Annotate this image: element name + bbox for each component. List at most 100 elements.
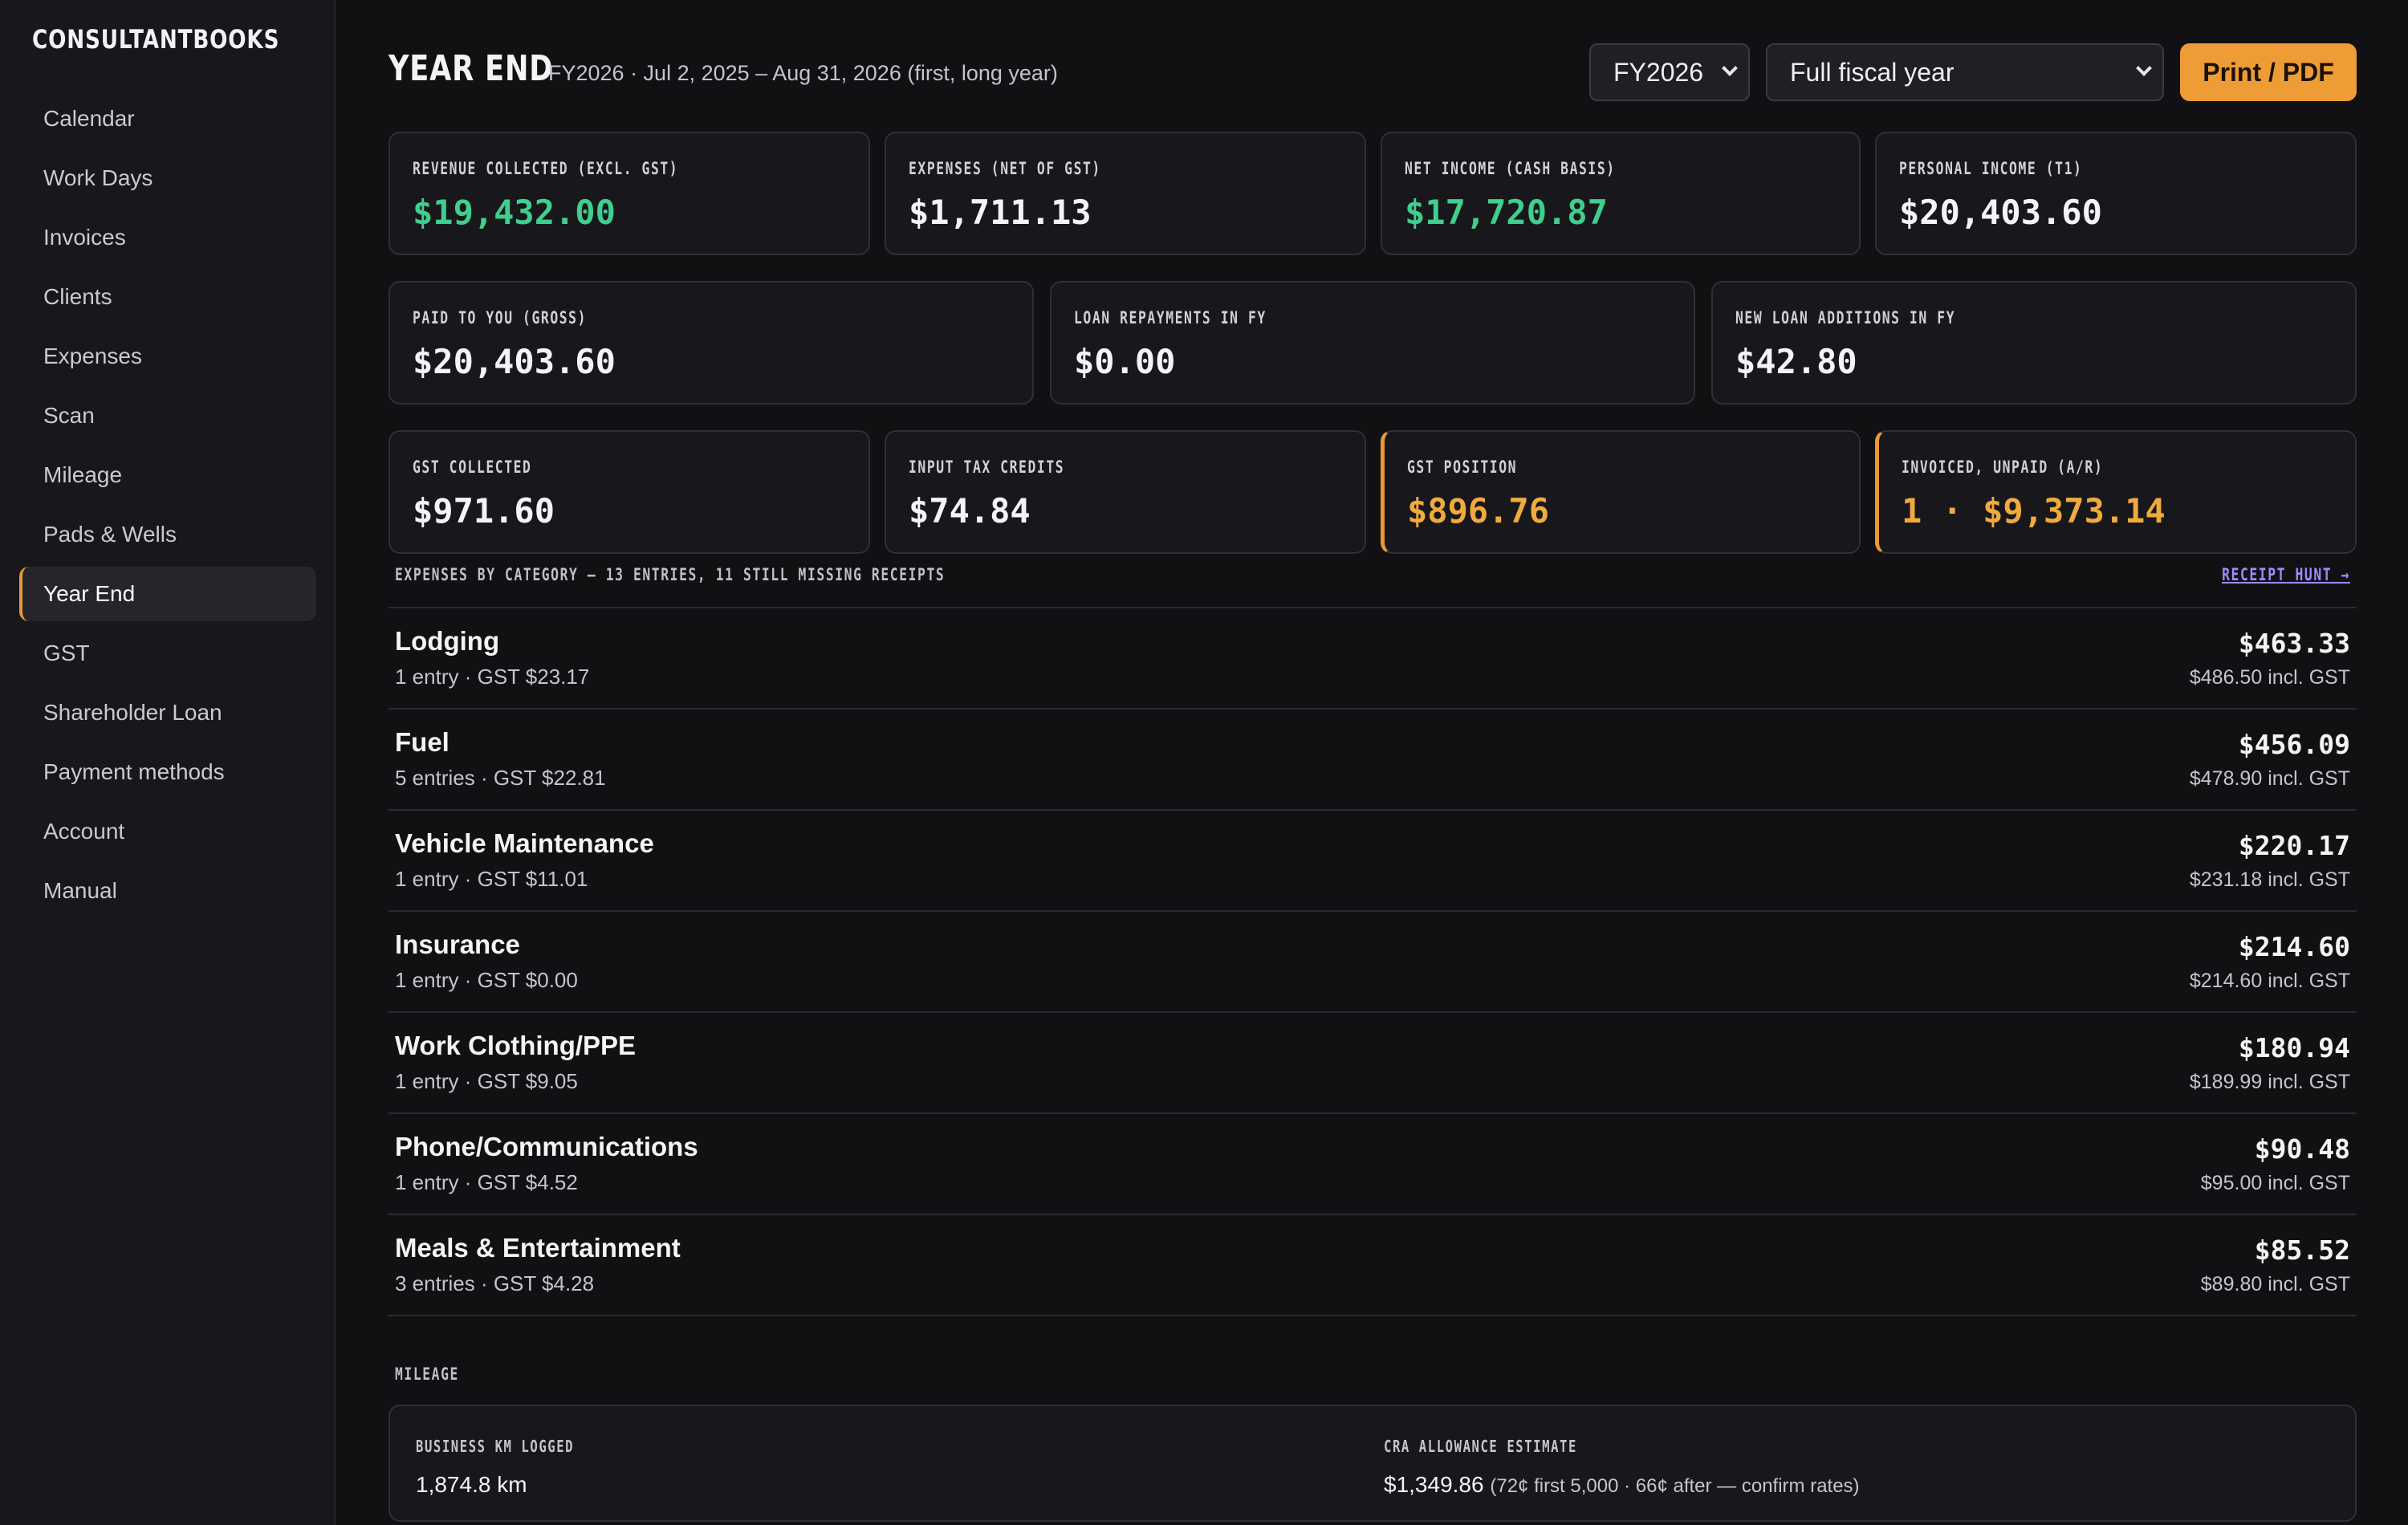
cra-allowance-value-line: $1,349.86 (72¢ first 5,000 · 66¢ after —… xyxy=(1384,1472,1860,1498)
cra-allowance-value: $1,349.86 xyxy=(1384,1472,1484,1497)
card-value: $17,720.87 xyxy=(1405,193,1608,232)
card-value: $0.00 xyxy=(1074,342,1176,381)
sidebar-item-clients[interactable]: Clients xyxy=(19,270,316,324)
sidebar-item-scan[interactable]: Scan xyxy=(19,388,316,443)
sidebar-nav: Calendar Work Days Invoices Clients Expe… xyxy=(19,92,316,923)
list-item[interactable]: Fuel 5 entries · GST $22.81 $456.09 $478… xyxy=(388,710,2357,811)
category-amount-incl-gst: $214.60 incl. GST xyxy=(2189,970,2350,992)
card-gst-collected: GST COLLECTED $971.60 xyxy=(388,430,870,554)
category-name: Work Clothing/PPE xyxy=(395,1031,637,1060)
list-item[interactable]: Lodging 1 entry · GST $23.17 $463.33 $48… xyxy=(388,608,2357,710)
category-meta: 1 entry · GST $4.52 xyxy=(395,1170,578,1194)
page-title: YEAR END xyxy=(388,48,554,89)
brand-logo[interactable]: CONSULTANTBOOKS xyxy=(32,24,279,55)
card-label: NET INCOME (CASH BASIS) xyxy=(1405,159,1616,178)
card-value: $20,403.60 xyxy=(1899,193,2102,232)
card-net-income: NET INCOME (CASH BASIS) $17,720.87 xyxy=(1381,132,1861,255)
sidebar: CONSULTANTBOOKS Calendar Work Days Invoi… xyxy=(0,0,336,1525)
category-amount: $90.48 xyxy=(2254,1133,2350,1165)
category-amount: $180.94 xyxy=(2238,1032,2350,1063)
fiscal-year-select[interactable]: FY2026 xyxy=(1589,43,1750,101)
list-item[interactable]: Vehicle Maintenance 1 entry · GST $11.01… xyxy=(388,811,2357,912)
card-paid-to-you: PAID TO YOU (GROSS) $20,403.60 xyxy=(388,281,1034,405)
cra-allowance-note: (72¢ first 5,000 · 66¢ after — confirm r… xyxy=(1490,1475,1860,1497)
sidebar-item-expenses[interactable]: Expenses xyxy=(19,329,316,384)
category-amount: $220.17 xyxy=(2238,830,2350,861)
card-label: INVOICED, UNPAID (A/R) xyxy=(1902,458,2104,477)
card-invoiced-unpaid: INVOICED, UNPAID (A/R) 1 · $9,373.14 xyxy=(1875,430,2357,554)
category-amount-incl-gst: $89.80 incl. GST xyxy=(2200,1273,2350,1295)
card-label: GST POSITION xyxy=(1407,458,1518,477)
sidebar-item-mileage[interactable]: Mileage xyxy=(19,448,316,502)
card-value: $74.84 xyxy=(909,491,1031,531)
expense-category-list: Lodging 1 entry · GST $23.17 $463.33 $48… xyxy=(388,607,2357,1316)
card-value: $19,432.00 xyxy=(413,193,616,232)
page-header: YEAR END FY2026 · Jul 2, 2025 – Aug 31, … xyxy=(388,43,2357,103)
category-amount-incl-gst: $478.90 incl. GST xyxy=(2189,767,2350,790)
category-meta: 1 entry · GST $0.00 xyxy=(395,968,578,992)
sidebar-item-calendar[interactable]: Calendar xyxy=(19,92,316,146)
sidebar-item-pads-wells[interactable]: Pads & Wells xyxy=(19,507,316,562)
category-amount: $456.09 xyxy=(2238,729,2350,760)
sidebar-item-account[interactable]: Account xyxy=(19,804,316,859)
receipt-hunt-link[interactable]: RECEIPT HUNT → xyxy=(2222,565,2350,584)
sidebar-item-gst[interactable]: GST xyxy=(19,626,316,681)
category-name: Insurance xyxy=(395,929,520,959)
business-km-label: BUSINESS KM LOGGED xyxy=(416,1437,575,1456)
print-pdf-button[interactable]: Print / PDF xyxy=(2180,43,2357,101)
sidebar-item-invoices[interactable]: Invoices xyxy=(19,210,316,265)
category-amount-incl-gst: $486.50 incl. GST xyxy=(2189,666,2350,689)
card-gst-position: GST POSITION $896.76 xyxy=(1381,430,1861,554)
card-personal-income: PERSONAL INCOME (T1) $20,403.60 xyxy=(1875,132,2357,255)
page-subtitle: FY2026 · Jul 2, 2025 – Aug 31, 2026 (fir… xyxy=(548,61,1058,85)
list-item[interactable]: Meals & Entertainment 3 entries · GST $4… xyxy=(388,1215,2357,1316)
fiscal-year-select-value: FY2026 xyxy=(1613,57,1704,87)
category-amount: $85.52 xyxy=(2254,1234,2350,1266)
card-value: $971.60 xyxy=(413,491,555,531)
card-label: NEW LOAN ADDITIONS IN FY xyxy=(1735,308,1956,327)
card-label: REVENUE COLLECTED (EXCL. GST) xyxy=(413,159,679,178)
category-meta: 1 entry · GST $11.01 xyxy=(395,867,588,891)
card-loan-repayments: LOAN REPAYMENTS IN FY $0.00 xyxy=(1050,281,1695,405)
card-value: 1 · $9,373.14 xyxy=(1902,491,2166,531)
expenses-section-title: EXPENSES BY CATEGORY — 13 ENTRIES, 11 ST… xyxy=(395,565,946,584)
sidebar-item-shareholder-loan[interactable]: Shareholder Loan xyxy=(19,685,316,740)
main-content: YEAR END FY2026 · Jul 2, 2025 – Aug 31, … xyxy=(388,0,2357,1525)
category-amount: $214.60 xyxy=(2238,931,2350,962)
card-label: INPUT TAX CREDITS xyxy=(909,458,1065,477)
category-amount-incl-gst: $95.00 incl. GST xyxy=(2200,1172,2350,1194)
category-meta: 1 entry · GST $9.05 xyxy=(395,1069,578,1093)
card-new-loan-additions: NEW LOAN ADDITIONS IN FY $42.80 xyxy=(1711,281,2357,405)
category-meta: 5 entries · GST $22.81 xyxy=(395,766,606,790)
category-amount-incl-gst: $231.18 incl. GST xyxy=(2189,868,2350,891)
sidebar-item-year-end[interactable]: Year End xyxy=(19,567,316,621)
card-expenses: EXPENSES (NET OF GST) $1,711.13 xyxy=(885,132,1366,255)
category-name: Phone/Communications xyxy=(395,1132,698,1161)
card-value: $896.76 xyxy=(1407,491,1550,531)
category-name: Fuel xyxy=(395,727,449,757)
card-revenue-collected: REVENUE COLLECTED (EXCL. GST) $19,432.00 xyxy=(388,132,870,255)
category-name: Vehicle Maintenance xyxy=(395,828,654,858)
card-label: LOAN REPAYMENTS IN FY xyxy=(1074,308,1267,327)
category-meta: 1 entry · GST $23.17 xyxy=(395,665,590,689)
card-value: $42.80 xyxy=(1735,342,1857,381)
category-name: Meals & Entertainment xyxy=(395,1233,681,1263)
list-item[interactable]: Insurance 1 entry · GST $0.00 $214.60 $2… xyxy=(388,912,2357,1013)
sidebar-item-manual[interactable]: Manual xyxy=(19,864,316,918)
card-label: PERSONAL INCOME (T1) xyxy=(1899,159,2083,178)
category-name: Lodging xyxy=(395,626,500,656)
category-meta: 3 entries · GST $4.28 xyxy=(395,1271,595,1295)
period-select-value: Full fiscal year xyxy=(1790,57,1954,87)
mileage-card: BUSINESS KM LOGGED 1,874.8 km CRA ALLOWA… xyxy=(388,1405,2357,1522)
card-value: $1,711.13 xyxy=(909,193,1092,232)
business-km-value: 1,874.8 km xyxy=(416,1472,527,1497)
list-item[interactable]: Phone/Communications 1 entry · GST $4.52… xyxy=(388,1114,2357,1215)
list-item[interactable]: Work Clothing/PPE 1 entry · GST $9.05 $1… xyxy=(388,1013,2357,1114)
sidebar-item-work-days[interactable]: Work Days xyxy=(19,151,316,205)
chevron-down-icon xyxy=(2136,60,2152,76)
cra-allowance-label: CRA ALLOWANCE ESTIMATE xyxy=(1384,1437,1577,1456)
period-select[interactable]: Full fiscal year xyxy=(1766,43,2164,101)
sidebar-item-payment-methods[interactable]: Payment methods xyxy=(19,745,316,799)
card-label: PAID TO YOU (GROSS) xyxy=(413,308,588,327)
card-input-tax-credits: INPUT TAX CREDITS $74.84 xyxy=(885,430,1366,554)
